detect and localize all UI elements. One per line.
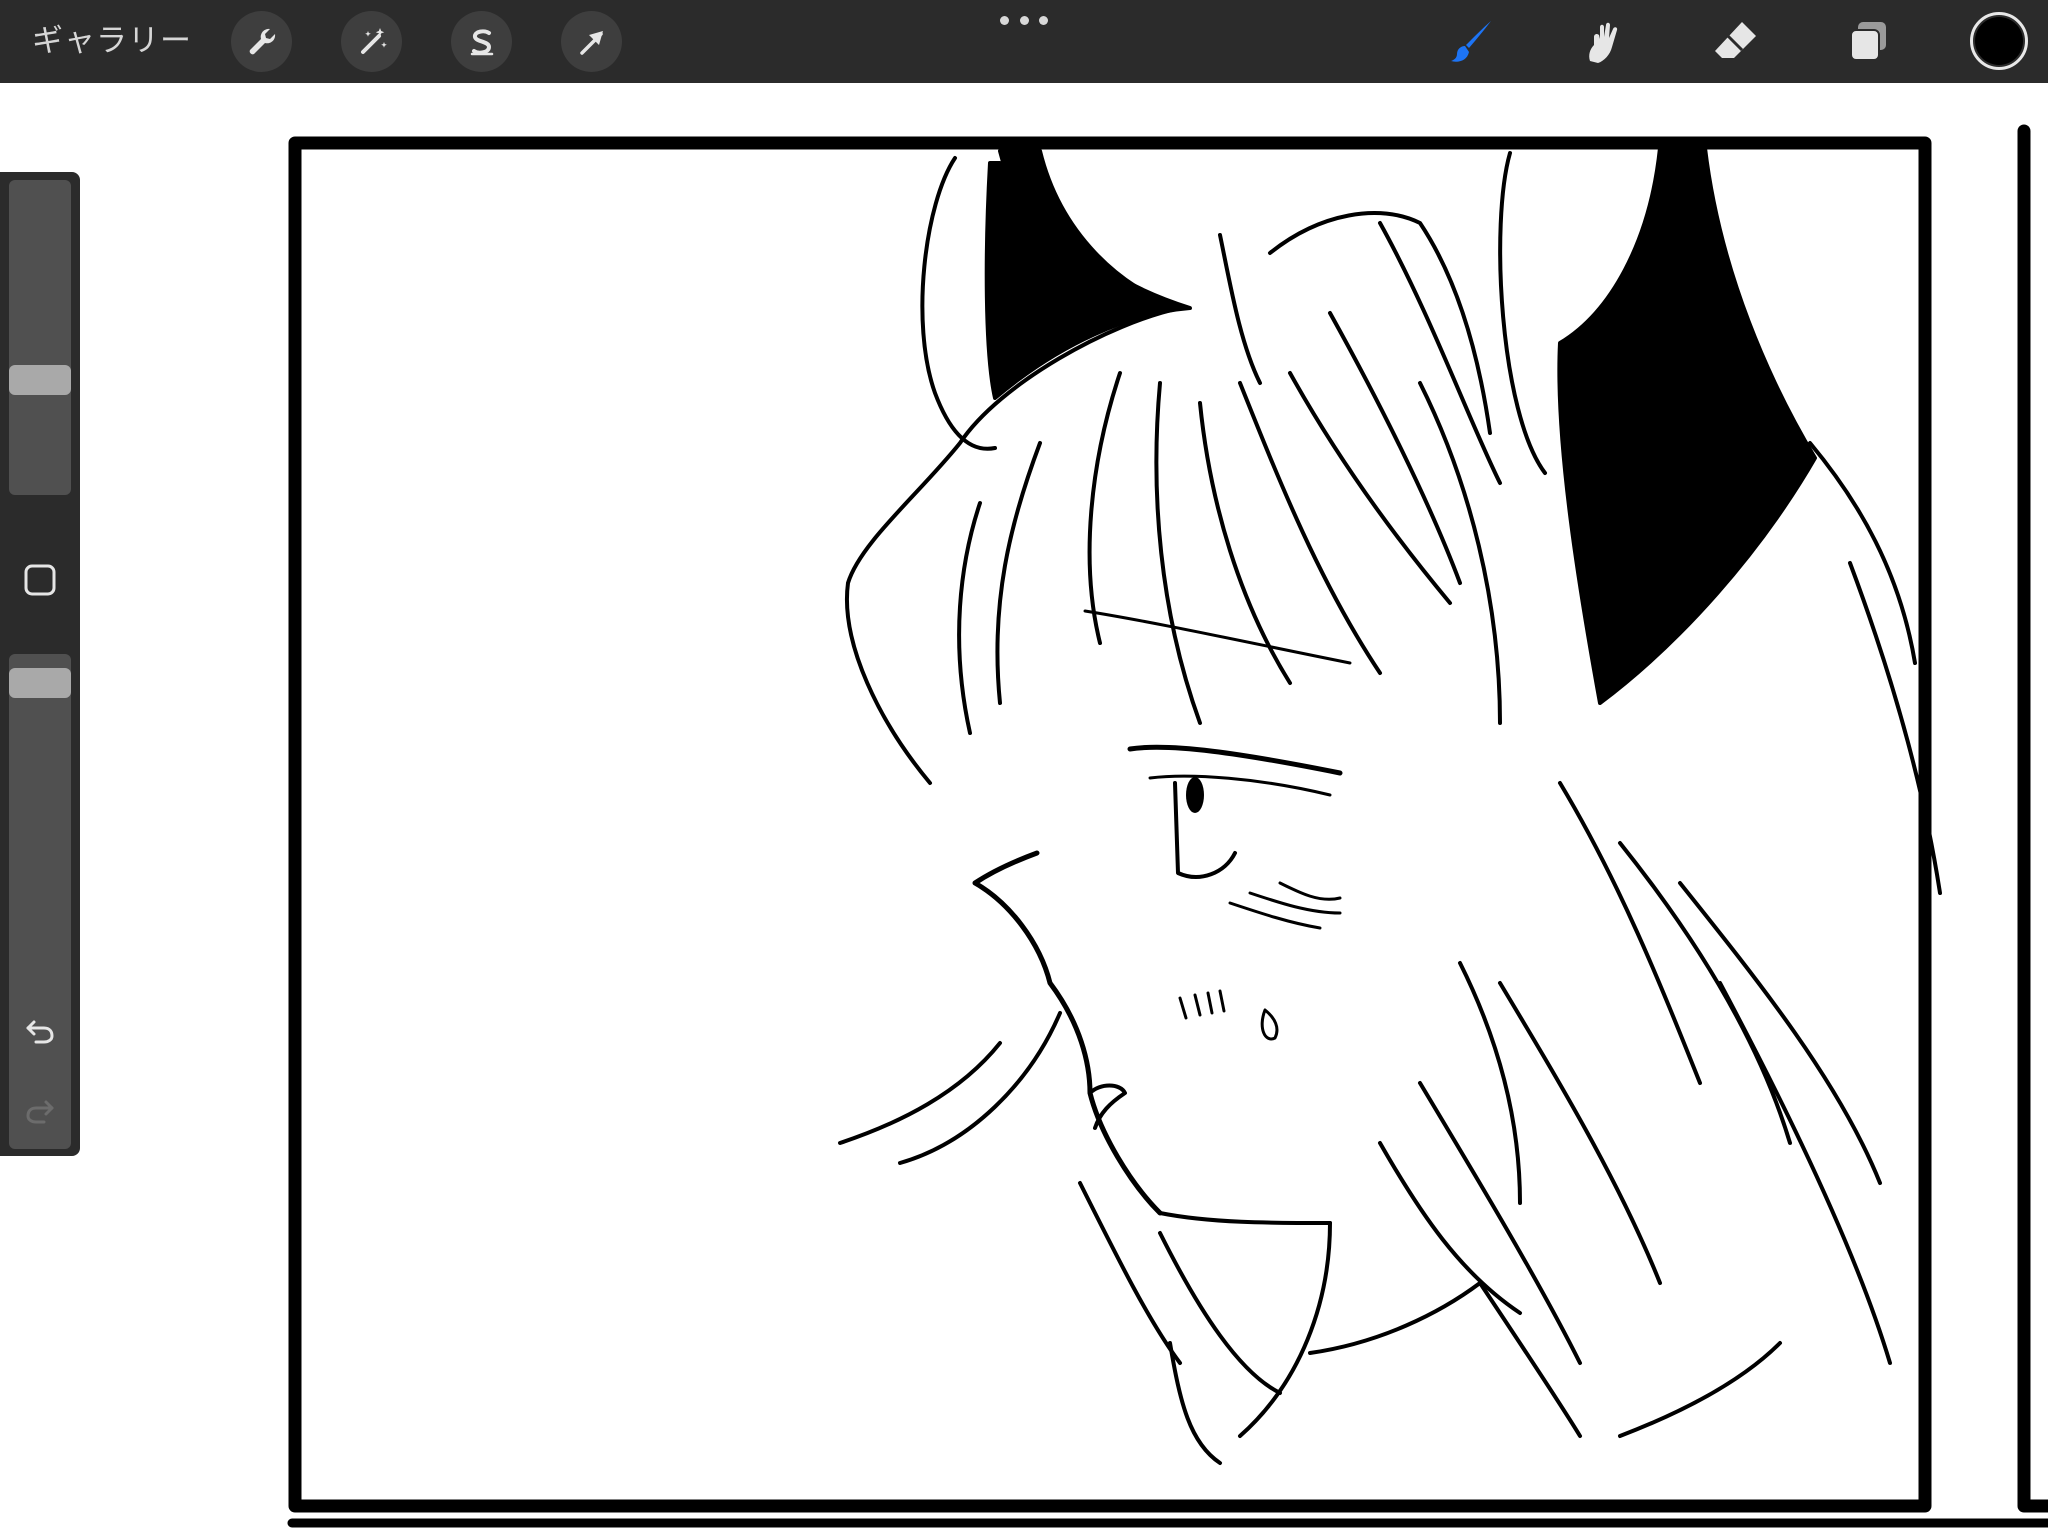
actions-button[interactable]: [231, 11, 292, 72]
layers-button[interactable]: [1838, 12, 1898, 72]
smudge-icon: [1589, 22, 1618, 63]
manga-artwork: [287, 124, 2048, 1528]
top-toolbar: ギャラリー: [0, 0, 2048, 83]
brush-button[interactable]: [1442, 12, 1502, 72]
character-sketch: [838, 146, 1942, 1465]
dot: [1039, 15, 1048, 25]
undo-icon: [26, 1020, 54, 1044]
redo-button[interactable]: [18, 1088, 62, 1132]
left-sidebar: [0, 172, 80, 1156]
selection-button[interactable]: [451, 11, 512, 72]
layers-icon: [1850, 22, 1886, 61]
square-outline-icon: [24, 564, 56, 596]
more-options-button[interactable]: [1000, 12, 1048, 28]
eraser-button[interactable]: [1705, 12, 1765, 72]
transform-button[interactable]: [561, 11, 622, 72]
current-color-swatch: [1975, 17, 2023, 65]
next-panel-frame: [2017, 124, 2048, 1513]
brush-size-slider[interactable]: [9, 180, 71, 495]
magic-wand-icon: [360, 27, 387, 54]
drawing-canvas[interactable]: [0, 83, 2048, 1536]
smudge-button[interactable]: [1573, 12, 1633, 72]
opacity-slider-thumb[interactable]: [9, 667, 71, 698]
selection-s-icon: [470, 28, 493, 55]
wrench-icon: [249, 28, 275, 54]
brush-icon: [1451, 21, 1491, 62]
opacity-slider[interactable]: [9, 654, 71, 1149]
undo-button[interactable]: [18, 1008, 62, 1052]
modify-button[interactable]: [20, 560, 60, 600]
adjustments-button[interactable]: [341, 11, 402, 72]
redo-icon: [26, 1100, 54, 1124]
color-picker-button[interactable]: [1970, 12, 2028, 70]
dot: [1019, 15, 1029, 25]
gallery-button[interactable]: ギャラリー: [32, 18, 192, 64]
arrow-cursor-icon: [579, 30, 603, 55]
dot: [1000, 15, 1009, 25]
eraser-icon: [1715, 22, 1756, 58]
brush-size-slider-thumb[interactable]: [9, 365, 71, 396]
